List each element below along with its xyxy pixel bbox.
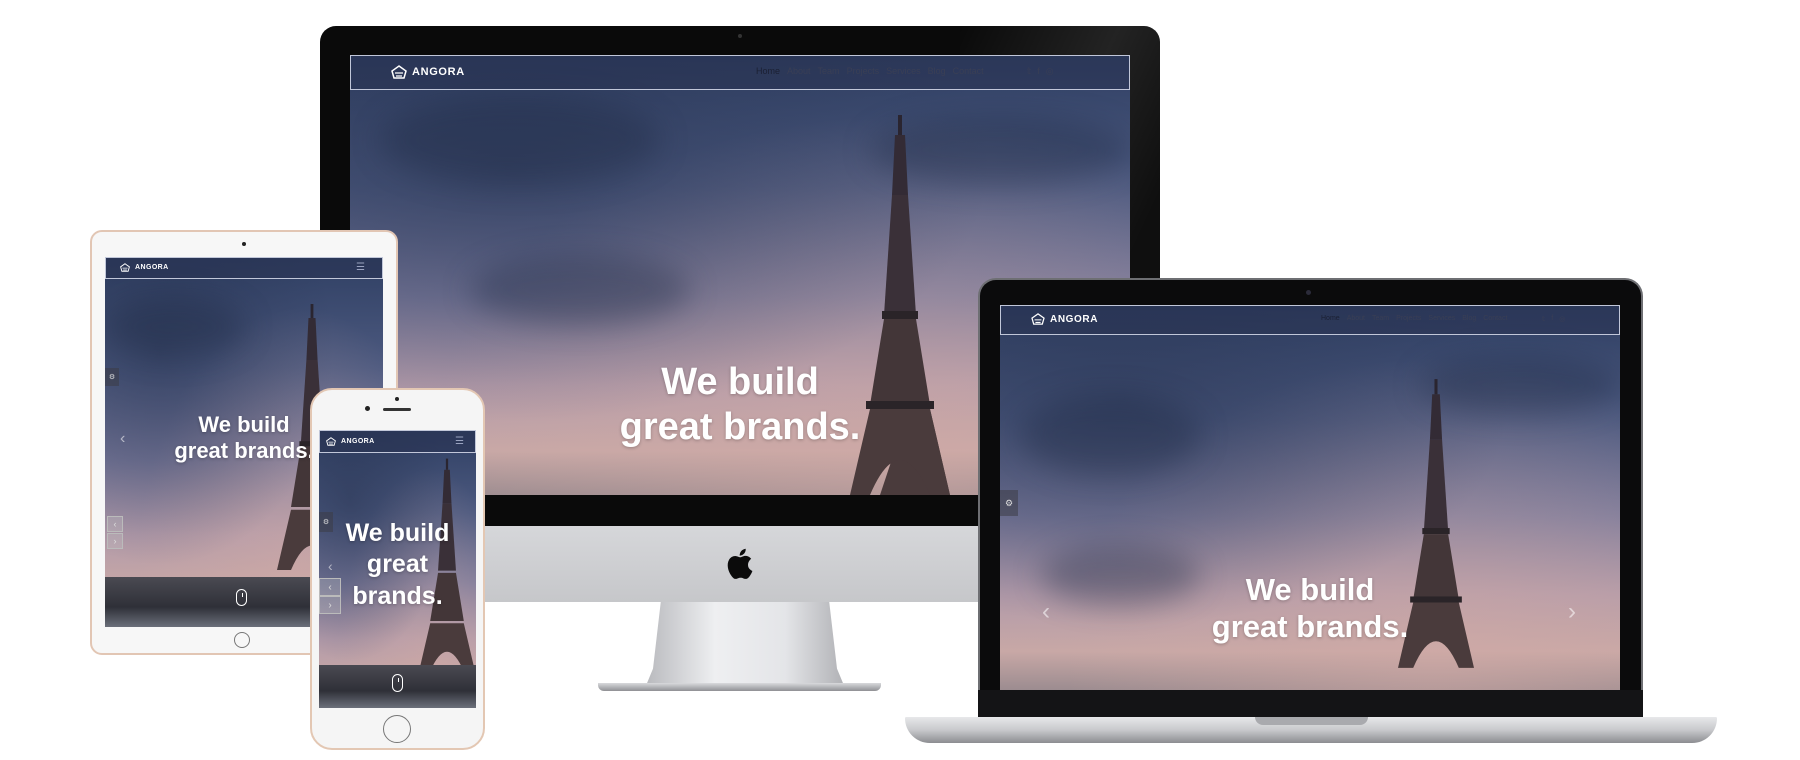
imac-social: 𝕥 f ◎ [1021,66,1054,77]
laptop-navbar: ANGORA Home About Team Projects Services… [1000,305,1620,335]
imac-logo[interactable]: ANGORA [391,65,465,79]
phone-home-button[interactable] [383,715,411,743]
angora-logo-icon [326,437,336,446]
phone-logo[interactable]: ANGORA [326,437,375,446]
laptop-nav-menu: Home About Team Projects Services Blog C… [1321,315,1507,322]
laptop-notch [1255,717,1368,725]
imac-stand [645,600,845,688]
tablet-navbar: ANGORA ☰ [105,257,383,279]
nav-projects[interactable]: Projects [847,66,880,76]
twitter-icon[interactable]: 𝕥 [1027,66,1031,77]
phone-camera [395,397,399,401]
nav-services[interactable]: Services [1428,315,1455,322]
facebook-icon[interactable]: f [1037,66,1040,77]
brand-name: ANGORA [412,66,465,78]
nav-contact[interactable]: Contact [1483,315,1507,322]
tablet-chevron-left-button[interactable]: ‹ [107,516,123,532]
tablet-settings-button[interactable]: ⚙ [105,368,119,386]
phone-chevron-right-button[interactable]: › [319,596,341,614]
instagram-icon[interactable]: ◎ [1046,66,1054,77]
nav-team[interactable]: Team [818,66,840,76]
tablet-chevron-right-button[interactable]: › [107,533,123,549]
facebook-icon[interactable]: f [1551,315,1553,323]
brand-name: ANGORA [135,264,169,271]
apple-logo-icon [727,548,753,579]
nav-about[interactable]: About [787,66,811,76]
imac-stand-base [598,683,881,691]
laptop-social: 𝕥 f ◎ [1536,315,1565,323]
phone-hero-title: We build great brands. [345,519,450,610]
nav-blog[interactable]: Blog [928,66,946,76]
twitter-icon[interactable]: 𝕥 [1542,315,1545,323]
nav-services[interactable]: Services [886,66,921,76]
brand-name: ANGORA [1050,313,1099,325]
nav-about[interactable]: About [1347,315,1365,322]
imac-nav-menu: Home About Team Projects Services Blog C… [756,66,984,76]
tablet-camera [242,242,246,246]
nav-projects[interactable]: Projects [1396,315,1421,322]
laptop-camera [1306,290,1311,295]
nav-team[interactable]: Team [1372,315,1389,322]
tablet-menu-icon[interactable]: ☰ [356,262,365,273]
tablet-home-button[interactable] [234,632,250,648]
nav-home[interactable]: Home [756,66,780,76]
phone-navbar: ANGORA ☰ [319,430,476,453]
phone-menu-icon[interactable]: ☰ [455,436,464,447]
brand-name: ANGORA [341,438,375,445]
angora-logo-icon [391,65,407,79]
phone-speaker [383,408,411,411]
tablet-logo[interactable]: ANGORA [120,263,169,272]
imac-navbar: ANGORA Home About Team Projects Services… [350,55,1130,90]
phone-scroll-mouse-icon[interactable] [392,674,403,692]
nav-home[interactable]: Home [1321,315,1340,322]
instagram-icon[interactable]: ◎ [1559,315,1565,323]
angora-logo-icon [120,263,130,272]
tablet-scroll-mouse-icon[interactable] [236,589,247,606]
phone-chevron-left-button[interactable]: ‹ [319,578,341,596]
nav-contact[interactable]: Contact [953,66,984,76]
nav-blog[interactable]: Blog [1462,315,1476,322]
laptop-hero-title: We build great brands. [1211,572,1409,644]
phone-front-sensor [365,406,370,411]
laptop-settings-button[interactable]: ⚙ [1000,490,1018,516]
imac-camera [738,34,742,38]
angora-logo-icon [1031,313,1045,325]
laptop-bezel-bottom [978,690,1643,718]
laptop-logo[interactable]: ANGORA [1031,313,1098,325]
